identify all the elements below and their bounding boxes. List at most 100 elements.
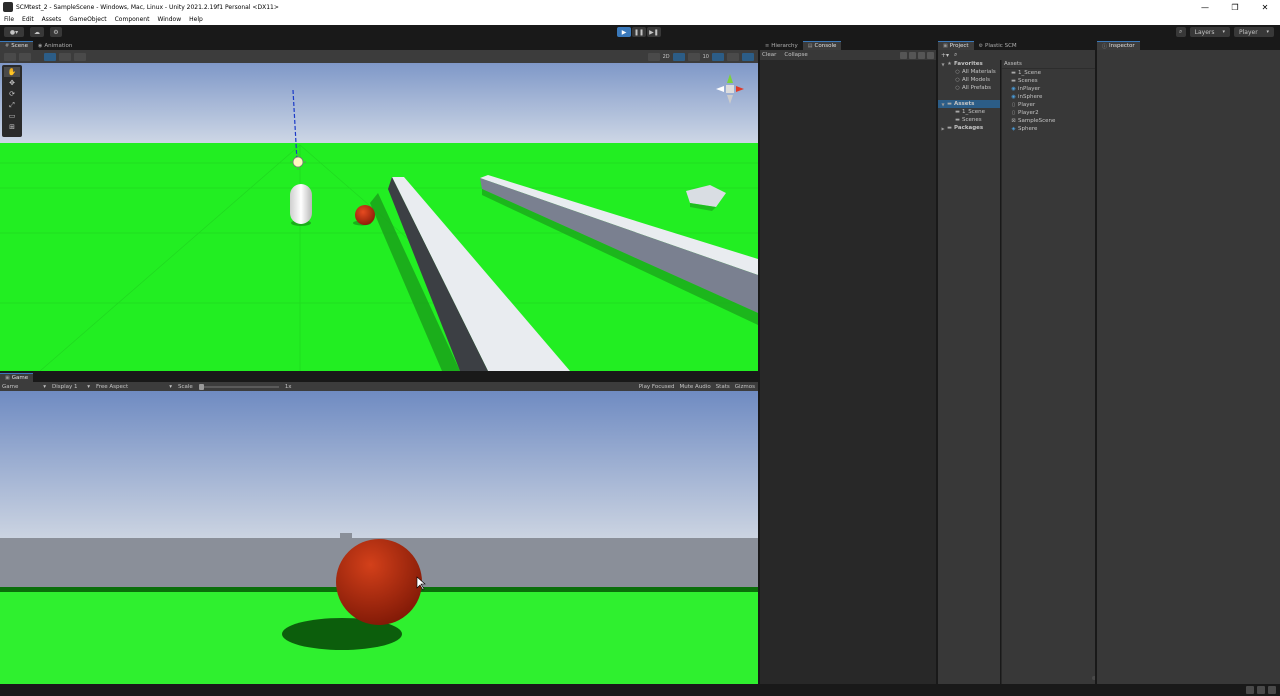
menu-gameobject[interactable]: GameObject [69,16,106,23]
2d-toggle[interactable]: 2D [663,54,670,60]
collapse-button[interactable]: Collapse [784,52,807,58]
asset-item[interactable]: ▯ Player2 [1002,109,1095,117]
mute-audio-toggle[interactable]: Mute Audio [680,384,711,390]
tab-hierarchy[interactable]: ≡ Hierarchy [760,41,803,50]
create-button[interactable]: +▾ [941,52,949,59]
menu-help[interactable]: Help [189,16,203,23]
play-focused-dropdown[interactable]: Play Focused [639,384,675,390]
asset-item[interactable]: ◈ Sphere [1002,125,1095,133]
tree-item[interactable]: ▬ 1_Scene [938,108,1000,116]
asset-item[interactable]: ⊠ SampleScene [1002,117,1095,125]
aspect-label: Free Aspect [96,383,129,390]
asset-item[interactable]: ▬ Scenes [1002,77,1095,85]
play-button[interactable]: ▶ [617,27,631,37]
panel-divider[interactable] [936,40,938,684]
tools-button[interactable] [727,52,739,61]
search-icon: ⌕ [1178,28,1183,35]
menu-assets[interactable]: Assets [42,16,62,23]
game-viewport[interactable] [0,391,758,684]
lighting-button[interactable] [672,52,685,61]
game-panel: ▣ Game Game ▾ Display 1 ▾ Free Aspect ▾ … [0,372,758,684]
scene-viewport[interactable] [0,63,758,371]
error-icon[interactable] [927,51,934,59]
layers-dropdown[interactable]: Layers ▾ [1189,27,1230,37]
clear-button[interactable]: Clear [762,52,776,58]
snap-settings-button[interactable] [59,52,71,61]
search-icon[interactable] [900,51,907,59]
step-button[interactable]: ▶❚ [647,27,661,37]
tab-plastic-scm[interactable]: ⚙ Plastic SCM [974,41,1022,50]
asset-icon: ⊠ [1011,118,1016,124]
tab-scene[interactable]: # Scene [0,41,33,50]
scale-label: Scale [178,383,193,390]
gizmos-button[interactable] [742,52,754,61]
transform-tool-icon[interactable]: ⊞ [4,122,20,132]
project-tabbar: ▣ Project ⚙ Plastic SCM [938,40,1095,50]
game-mode-dropdown[interactable]: Game ▾ [2,384,46,390]
tab-project[interactable]: ▣ Project [938,41,974,50]
scale-slider[interactable] [198,383,279,390]
audio-button[interactable] [647,52,660,61]
rotate-tool-icon[interactable]: ⟳ [4,89,20,99]
tree-item[interactable]: ▼ ▬ Assets [938,100,1000,108]
tree-item[interactable]: ▶ ▬ Packages [938,124,1000,132]
account-button[interactable]: ●▾ [4,27,24,37]
menu-file[interactable]: File [4,16,14,23]
info-icon[interactable] [909,51,916,59]
tab-console[interactable]: ▤ Console [802,41,842,50]
step-icon: ▶❚ [649,28,659,36]
gizmos-dropdown[interactable]: Gizmos [735,384,755,390]
stats-toggle[interactable]: Stats [716,384,730,390]
warning-icon[interactable] [918,51,925,59]
scale-slider-knob[interactable] [198,383,204,390]
asset-item[interactable]: ◉ inSphere [1002,93,1095,101]
asset-item[interactable]: ▬ 1_Scene [1002,69,1095,77]
camera-button[interactable] [712,52,724,61]
collab-button[interactable]: ⚙ [50,27,62,37]
fx-button[interactable] [687,52,700,61]
display-dropdown[interactable]: Display 1 ▾ [52,384,90,390]
tree-item[interactable]: ○ All Materials [938,68,1000,76]
search-button[interactable]: ⌕ [1175,27,1186,37]
notification-icon[interactable] [1246,686,1254,694]
tree-item[interactable] [938,92,1000,100]
minimize-button[interactable]: — [1190,0,1220,14]
aspect-dropdown[interactable]: Free Aspect ▾ [96,384,172,390]
move-tool-icon[interactable]: ✥ [4,78,20,88]
tree-item[interactable]: ▬ Scenes [938,116,1000,124]
light-icon [292,156,304,168]
scale-tool-icon[interactable]: ⤢ [4,100,20,110]
maximize-button[interactable]: ❐ [1220,0,1250,14]
tab-game[interactable]: ▣ Game [0,373,34,382]
play-icon: ▶ [621,28,627,36]
asset-item[interactable]: ◉ inPlayer [1002,85,1095,93]
rect-tool-icon[interactable]: ▭ [4,111,20,121]
menu-window[interactable]: Window [157,16,181,23]
layout-label: Player [1239,28,1258,36]
tree-item[interactable]: ▼ ★ Favorites [938,60,1000,68]
menu-component[interactable]: Component [115,16,150,23]
tab-animation[interactable]: ◉ Animation [33,41,77,50]
assets-breadcrumb[interactable]: Assets [1002,60,1095,69]
close-button[interactable]: ✕ [1250,0,1280,14]
layout-dropdown[interactable]: Player ▾ [1234,27,1274,37]
cloud-button[interactable]: ☁ [30,27,44,37]
draw-mode-button[interactable] [4,52,16,61]
tab-inspector[interactable]: ⓘ Inspector [1097,41,1140,50]
shading-button[interactable] [19,52,31,61]
pause-button[interactable]: ❚❚ [632,27,646,37]
chevron-down-icon: ▾ [1222,29,1225,35]
search-icon[interactable]: ⌕ [954,51,957,59]
game-sky [0,391,758,541]
panel-divider[interactable] [758,40,760,684]
debug-icon[interactable] [1268,686,1276,694]
progress-icon[interactable] [1257,686,1265,694]
tree-item[interactable]: ○ All Models [938,76,1000,84]
tree-item[interactable]: ○ All Prefabs [938,84,1000,92]
increment-snap-button[interactable] [74,52,86,61]
hand-tool-icon[interactable]: ✋ [4,67,20,77]
asset-item[interactable]: ▯ Player [1002,101,1095,109]
menu-edit[interactable]: Edit [22,16,34,23]
panel-divider[interactable] [1095,40,1097,684]
grid-snap-button[interactable] [44,52,56,61]
